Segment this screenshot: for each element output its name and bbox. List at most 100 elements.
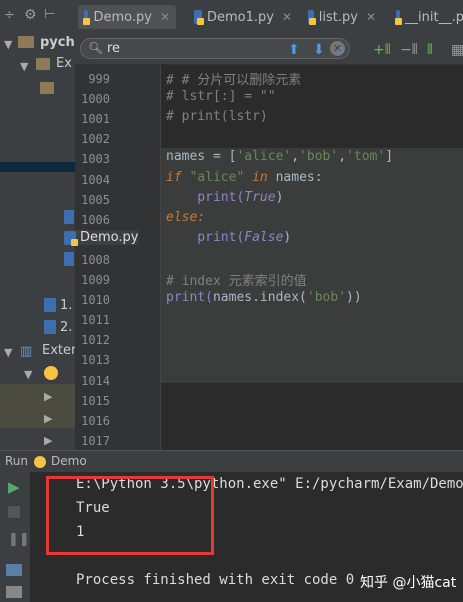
line-number: 999 <box>88 72 110 86</box>
tab-label: Demo1.py <box>206 9 274 25</box>
tab-demo1[interactable]: Demo1.py ✕ <box>188 5 298 29</box>
line-number: 1009 <box>81 273 110 287</box>
editor-tab-bar: ÷ ⚙ ⊢ Demo.py ✕ Demo1.py ✕ list.py ✕ __i… <box>0 0 463 35</box>
find-all-icon[interactable]: ⌕ <box>337 42 345 58</box>
code-token: print( <box>166 189 245 205</box>
close-icon[interactable]: ✕ <box>160 10 170 24</box>
expand-arrow-icon[interactable]: ▶ <box>44 412 52 425</box>
code-token: names: <box>275 169 323 185</box>
python-sdk-icon <box>44 366 58 380</box>
console-line: Process finished with exit code 0 <box>76 572 355 588</box>
python-icon <box>34 456 46 468</box>
line-number: 1013 <box>81 353 110 368</box>
settings-icon[interactable] <box>6 586 22 598</box>
remove-occurrence-icon[interactable]: −⫴ <box>400 42 418 58</box>
tab-list[interactable]: list.py ✕ <box>302 5 382 29</box>
previous-occurrence-icon[interactable]: ⬆ <box>288 42 300 58</box>
line-number: 1012 <box>81 333 110 348</box>
code-token: if <box>166 169 190 185</box>
python-file-icon <box>308 10 316 25</box>
code-token: # lstr[:] = "" <box>166 89 276 105</box>
line-number: 1003 <box>81 152 110 167</box>
code-token: ] <box>385 149 394 165</box>
folder-label[interactable]: Ex <box>56 56 72 71</box>
expand-arrow-icon[interactable]: ▼ <box>20 60 28 73</box>
code-line: print(names.index('bob')) <box>166 290 362 305</box>
line-number: 1001 <box>81 112 110 127</box>
collapse-icon[interactable]: ⊢ <box>44 7 55 22</box>
expand-arrow-icon[interactable]: ▼ <box>24 368 32 381</box>
tab-demo[interactable]: Demo.py ✕ <box>78 5 176 29</box>
rerun-icon[interactable]: ▶ <box>8 478 20 496</box>
code-line: # # 分片可以删除元素 <box>166 69 301 88</box>
split-icon[interactable]: ÷ <box>4 8 15 23</box>
find-bar: 🔍︎ ✕ ⬆ ⬇ ⌕ +⫴ −⫴ ⫴ ▦ <box>75 34 463 65</box>
line-number: 1004 <box>81 172 110 187</box>
code-token: 'bob' <box>306 290 347 306</box>
search-input[interactable] <box>107 40 307 57</box>
tree-item-demo[interactable]: Demo.py <box>64 230 139 246</box>
line-number: 1010 <box>81 293 110 308</box>
select-all-occurrences-icon[interactable]: ⫴ <box>427 42 433 58</box>
python-file-icon <box>395 10 403 25</box>
code-token: else: <box>166 209 206 225</box>
code-line: if "alice" in names: <box>166 170 323 185</box>
folder-icon <box>40 82 54 94</box>
folder-icon <box>36 58 50 70</box>
expand-arrow-icon[interactable]: ▼ <box>4 38 12 51</box>
expand-arrow-icon[interactable]: ▼ <box>4 346 12 359</box>
filter-icon[interactable]: ▦ <box>451 42 463 58</box>
expand-arrow-icon[interactable]: ▶ <box>44 434 52 447</box>
gear-icon[interactable]: ⚙ <box>24 7 37 23</box>
code-token: # print(lstr) <box>166 109 268 125</box>
expand-arrow-icon[interactable]: ▶ <box>44 390 52 403</box>
selection-highlight <box>0 162 75 172</box>
run-panel-header: Run Demo <box>0 450 463 473</box>
python-file-icon <box>44 298 56 312</box>
code-line: print(True) <box>166 190 283 205</box>
project-root-label[interactable]: pych <box>40 35 75 50</box>
tab-init[interactable]: __init__.p <box>390 5 463 29</box>
add-occurrence-icon[interactable]: +⫴ <box>373 42 391 58</box>
search-icon[interactable]: 🔍︎ <box>88 41 103 55</box>
library-icon: ▥ <box>20 344 33 359</box>
selection-highlight <box>0 384 75 428</box>
tab-label: __init__.p <box>405 9 463 25</box>
close-icon[interactable]: ✕ <box>282 10 292 24</box>
next-occurrence-icon[interactable]: ⬇ <box>313 42 325 58</box>
line-number: 1006 <box>81 212 110 227</box>
stop-icon[interactable] <box>8 506 20 518</box>
code-token: print( <box>166 229 245 245</box>
code-token: 'bob' <box>299 149 339 165</box>
code-token: ) <box>275 189 284 205</box>
pause-icon[interactable]: ❚❚ <box>8 532 30 547</box>
close-icon[interactable]: ✕ <box>366 10 376 24</box>
code-line: # index 元素索引的值 <box>166 270 307 289</box>
code-token: 'alice' <box>236 149 292 165</box>
code-line: # print(lstr) <box>166 109 268 124</box>
line-number: 1016 <box>81 413 110 428</box>
tree-item-label: Demo.py <box>80 230 139 245</box>
line-number: 1017 <box>81 433 110 448</box>
line-number: 1000 <box>81 92 110 107</box>
run-config-label[interactable]: Demo <box>51 454 87 468</box>
line-number: 1002 <box>81 132 110 147</box>
line-number: 1008 <box>81 252 110 267</box>
line-number: 1011 <box>81 313 110 328</box>
line-number-gutter: 9991000100110021003100410051006100710081… <box>75 65 161 450</box>
code-token: , <box>291 149 300 165</box>
code-line: else: <box>166 210 205 225</box>
code-token: 'tom' <box>346 149 386 165</box>
code-token: # # 分片可以删除元素 <box>166 73 302 88</box>
run-title[interactable]: Run <box>5 454 28 468</box>
code-token: )) <box>346 290 362 306</box>
code-token: ) <box>283 229 292 245</box>
python-file-icon <box>64 230 78 246</box>
tab-label: Demo.py <box>93 9 152 25</box>
code-editor[interactable]: # # 分片可以删除元素 # lstr[:] = "" # print(lstr) n… <box>161 65 463 450</box>
code-token: print( <box>166 290 213 306</box>
project-panel: ▼ pych ▼ Ex Demo.py 1. 2. ▼ ▥ Exter ▼ ▶ … <box>0 34 139 450</box>
code-token: False <box>244 229 284 245</box>
dump-threads-icon[interactable] <box>6 564 22 576</box>
code-token: True <box>244 189 276 205</box>
